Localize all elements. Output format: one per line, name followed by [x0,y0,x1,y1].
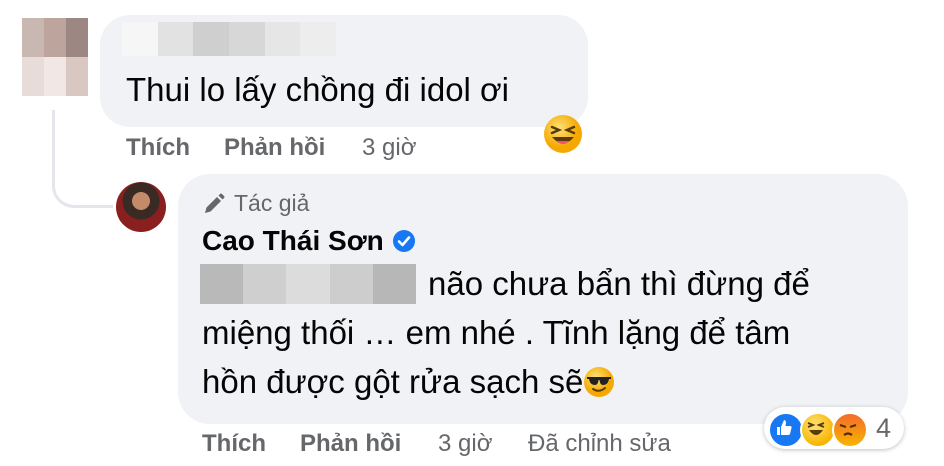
timestamp[interactable]: 3 giờ [362,134,416,162]
redacted-mention [200,264,416,304]
reaction-count: 4 [876,413,892,443]
like-icon [768,412,804,448]
commenter-name-blurred[interactable] [122,22,336,56]
reply-timestamp[interactable]: 3 giờ [438,430,492,458]
commenter-avatar-blurred[interactable] [22,18,88,96]
edited-label[interactable]: Đã chỉnh sửa [528,430,671,458]
author-name[interactable]: Cao Thái Sơn [202,225,384,257]
reply-button[interactable]: Phản hồi [224,134,325,162]
reply-text-line-2: miệng thối … em nhé . Tĩnh lặng để tâm [202,314,791,351]
reply-text-line-1: não chưa bẩn thì đừng để [428,265,810,302]
reply-text-line-3-text: hồn được gột rửa sạch sẽ [202,363,584,400]
verified-badge-icon [392,230,415,252]
reply-reply-button[interactable]: Phản hồi [300,430,401,458]
reply-author: Cao Thái Sơn [202,225,416,257]
reply-like-button[interactable]: Thích [202,430,266,458]
author-badge-label: Tác giả [234,190,310,216]
reply-text-line-3: hồn được gột rửa sạch sẽ [202,362,615,402]
sunglasses-emoji-icon [584,367,615,397]
pencil-icon [205,193,225,213]
angry-icon [832,412,868,448]
like-button[interactable]: Thích [126,134,190,162]
reactions-summary[interactable]: 4 [764,407,904,449]
haha-icon [800,412,836,448]
author-avatar[interactable] [116,182,166,232]
author-badge: Tác giả [202,190,309,217]
thread-connector [52,110,113,208]
laughing-emoji-icon [543,114,583,154]
comment-text: Thui lo lấy chồng đi idol ơi [126,71,510,108]
